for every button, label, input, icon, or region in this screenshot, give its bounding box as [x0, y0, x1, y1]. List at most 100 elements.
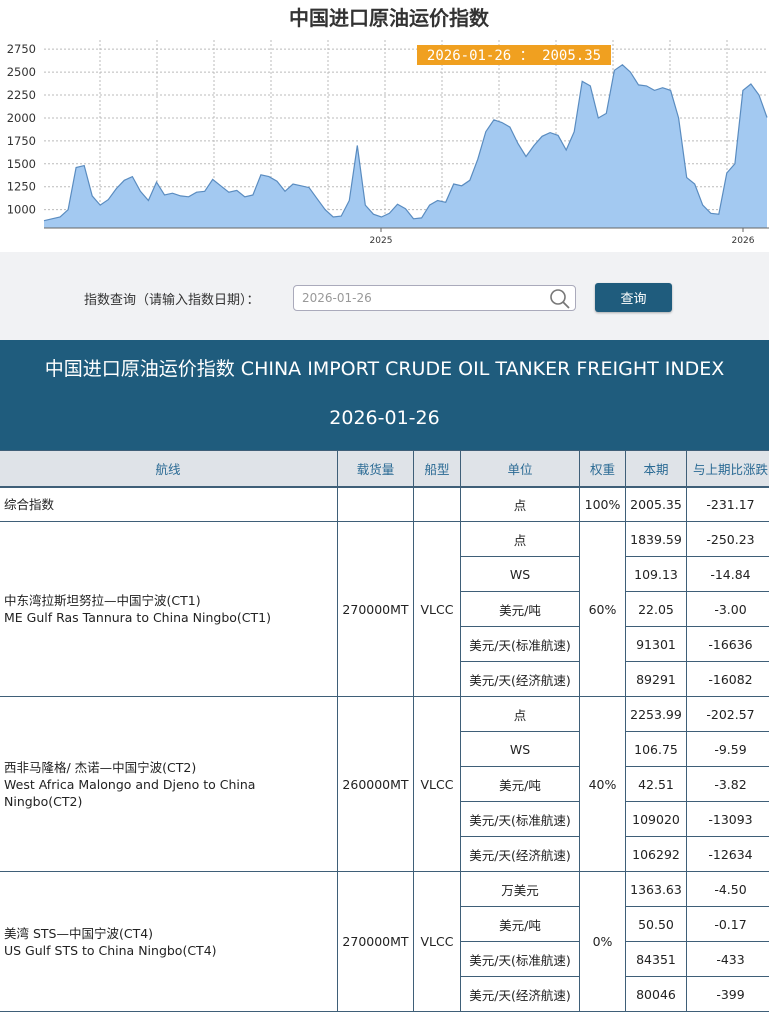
- unit-cell: 万美元: [460, 871, 580, 907]
- route-name: 综合指数: [0, 486, 338, 522]
- route-ct2: 西非马隆格/ 杰诺—中国宁波(CT2) West Africa Malongo a…: [0, 696, 338, 872]
- current-cell: 2005.35: [625, 486, 687, 522]
- route-ct1: 中东湾拉斯坦努拉—中国宁波(CT1) ME Gulf Ras Tannura to…: [0, 521, 338, 697]
- unit-cell: WS: [460, 556, 580, 592]
- y-tick-label: 1750: [7, 134, 36, 148]
- table-row-composite: 综合指数 点 100% 2005.35 -231.17: [0, 486, 769, 522]
- query-label: 指数查询（请输入指数日期）：: [84, 293, 260, 308]
- y-tick-label: 2750: [7, 42, 36, 56]
- y-tick-label: 2000: [7, 111, 36, 125]
- unit-cell: 点: [460, 696, 580, 732]
- index-date: 2026-01-26: [329, 407, 440, 429]
- weight-cell: 60%: [579, 521, 626, 697]
- chart-title: 中国进口原油运价指数: [289, 6, 490, 30]
- current-cell: 2253.99: [625, 696, 687, 732]
- unit-cell: 美元/吨: [460, 591, 580, 627]
- index-chart: 中国进口原油运价指数 1000 1250 1500 1750 2000 2250 2500 2…: [0, 0, 769, 253]
- unit-cell: 美元/天(标准航速): [460, 626, 580, 662]
- query-bar: 指数查询（请输入指数日期）： 查询: [0, 252, 769, 340]
- tooltip-text: 2026-01-26 ： 2005.35: [427, 48, 601, 64]
- unit-cell: 美元/天(标准航速): [460, 941, 580, 977]
- current-cell: 109020: [625, 801, 687, 837]
- change-cell: -250.23: [686, 521, 769, 557]
- route-name-cn: 美湾 STS—中国宁波(CT4): [4, 925, 154, 941]
- x-tick-label: 2026: [732, 236, 755, 246]
- col-ship: 船型: [413, 450, 461, 488]
- change-cell: -14.84: [686, 556, 769, 592]
- current-cell: 84351: [625, 941, 687, 977]
- col-weight: 权重: [579, 450, 626, 488]
- date-input[interactable]: [294, 286, 542, 310]
- cargo-cell: 270000MT: [337, 521, 414, 697]
- table-header-row: 航线 载货量 船型 单位 权重 本期 与上期比涨跌: [0, 450, 769, 488]
- y-tick-label: 1000: [7, 203, 36, 217]
- ship-cell: VLCC: [413, 696, 461, 872]
- col-cargo: 载货量: [337, 450, 414, 488]
- unit-cell: 美元/天(经济航速): [460, 661, 580, 697]
- change-cell: -202.57: [686, 696, 769, 732]
- change-cell: -231.17: [686, 486, 769, 522]
- y-tick-label: 2250: [7, 88, 36, 102]
- current-cell: 50.50: [625, 906, 687, 942]
- index-table: 航线 载货量 船型 单位 权重 本期 与上期比涨跌 综合指数 点 100% 20…: [0, 450, 769, 1012]
- route-name-cn: 西非马隆格/ 杰诺—中国宁波(CT2): [4, 759, 197, 775]
- current-cell: 22.05: [625, 591, 687, 627]
- weight-cell: 100%: [579, 486, 626, 522]
- index-header: 中国进口原油运价指数 CHINA IMPORT CRUDE OIL TANKER…: [0, 340, 769, 450]
- unit-cell: 点: [460, 521, 580, 557]
- cargo-cell: 260000MT: [337, 696, 414, 872]
- change-cell: -399: [686, 976, 769, 1012]
- current-cell: 91301: [625, 626, 687, 662]
- ship-cell: VLCC: [413, 871, 461, 1012]
- chart-svg: 中国进口原油运价指数 1000 1250 1500 1750 2000 2250 2500 2…: [7, 6, 769, 246]
- unit-cell: 美元/天(经济航速): [460, 836, 580, 872]
- change-cell: -433: [686, 941, 769, 977]
- change-cell: -12634: [686, 836, 769, 872]
- unit-cell: 美元/天(经济航速): [460, 976, 580, 1012]
- query-button[interactable]: 查询: [595, 283, 672, 312]
- weight-cell: 40%: [579, 696, 626, 872]
- date-field[interactable]: [293, 285, 576, 311]
- change-cell: -3.00: [686, 591, 769, 627]
- current-cell: 1839.59: [625, 521, 687, 557]
- ship-cell: [413, 486, 461, 522]
- y-tick-label: 1500: [7, 157, 36, 171]
- table-row: 美湾 STS—中国宁波(CT4) US Gulf STS to China Nin…: [0, 871, 769, 1012]
- table-row: 中东湾拉斯坦努拉—中国宁波(CT1) ME Gulf Ras Tannura to…: [0, 521, 769, 697]
- y-tick-label: 1250: [7, 180, 36, 194]
- current-cell: 80046: [625, 976, 687, 1012]
- table-row: 西非马隆格/ 杰诺—中国宁波(CT2) West Africa Malongo a…: [0, 696, 769, 872]
- unit-cell: WS: [460, 731, 580, 767]
- current-cell: 109.13: [625, 556, 687, 592]
- change-cell: -3.82: [686, 766, 769, 802]
- change-cell: -16636: [686, 626, 769, 662]
- route-ct4: 美湾 STS—中国宁波(CT4) US Gulf STS to China Nin…: [0, 871, 338, 1012]
- col-change: 与上期比涨跌: [686, 450, 769, 488]
- col-route: 航线: [0, 450, 338, 488]
- col-unit: 单位: [460, 450, 580, 488]
- change-cell: -16082: [686, 661, 769, 697]
- route-name-en: US Gulf STS to China Ningbo(CT4): [4, 942, 217, 958]
- change-cell: -9.59: [686, 731, 769, 767]
- change-cell: -13093: [686, 801, 769, 837]
- current-cell: 1363.63: [625, 871, 687, 907]
- x-axis-ticks: 2025 2026: [370, 228, 755, 246]
- route-name-cn: 中东湾拉斯坦努拉—中国宁波(CT1): [4, 593, 201, 608]
- unit-cell: 美元/吨: [460, 766, 580, 802]
- col-current: 本期: [625, 450, 687, 488]
- current-cell: 106292: [625, 836, 687, 872]
- current-cell: 89291: [625, 661, 687, 697]
- route-name-en: West Africa Malongo and Djeno to China N…: [4, 776, 256, 809]
- cargo-cell: [337, 486, 414, 522]
- current-cell: 42.51: [625, 766, 687, 802]
- change-cell: -4.50: [686, 871, 769, 907]
- unit-cell: 美元/吨: [460, 906, 580, 942]
- change-cell: -0.17: [686, 906, 769, 942]
- x-tick-label: 2025: [370, 236, 393, 246]
- cargo-cell: 270000MT: [337, 871, 414, 1012]
- search-icon[interactable]: [549, 288, 571, 310]
- unit-cell: 美元/天(标准航速): [460, 801, 580, 837]
- route-name-en: ME Gulf Ras Tannura to China Ningbo(CT1): [4, 610, 271, 625]
- current-cell: 106.75: [625, 731, 687, 767]
- unit-cell: 点: [460, 486, 580, 522]
